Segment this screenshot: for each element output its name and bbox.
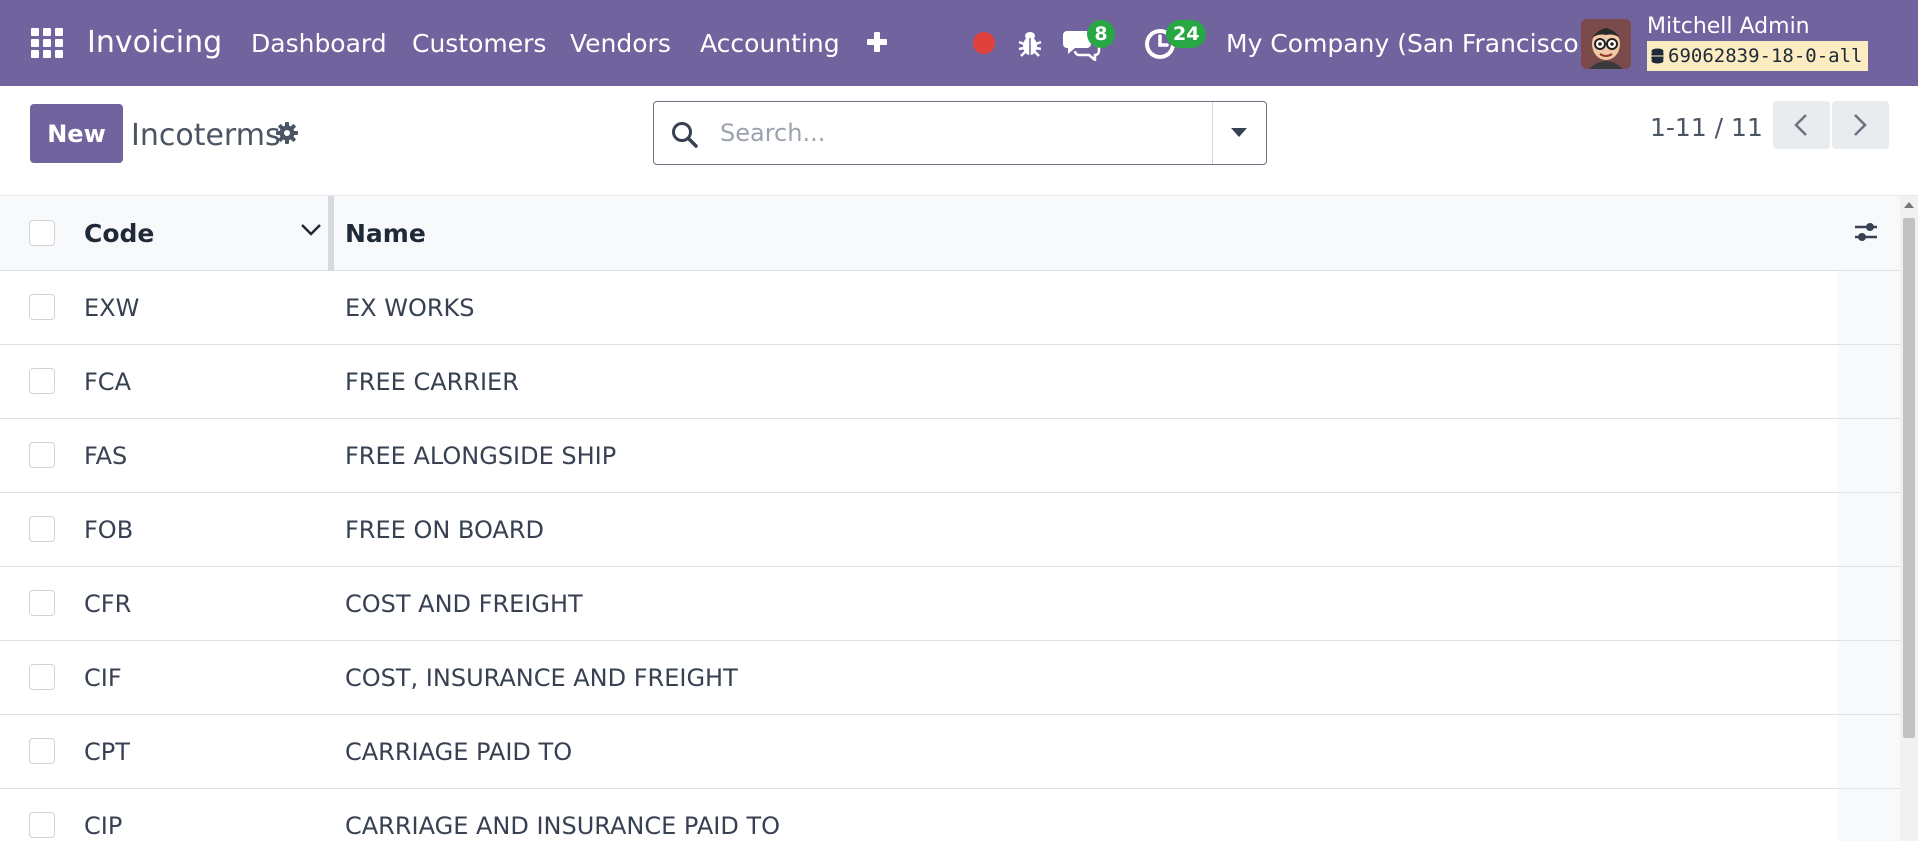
record-icon[interactable] <box>973 32 995 54</box>
database-icon <box>1651 48 1664 64</box>
messages-count-badge: 8 <box>1087 20 1115 48</box>
row-trailing-cell <box>1838 715 1900 788</box>
new-button[interactable]: New <box>30 104 123 163</box>
table-row[interactable]: FCA FREE CARRIER <box>0 345 1900 419</box>
vertical-scrollbar[interactable] <box>1900 196 1918 841</box>
row-trailing-cell <box>1838 419 1900 492</box>
menu-dashboard[interactable]: Dashboard <box>251 28 387 60</box>
menu-accounting[interactable]: Accounting <box>700 28 840 60</box>
row-checkbox[interactable] <box>29 516 55 542</box>
user-avatar[interactable] <box>1581 19 1631 69</box>
scrollbar-thumb[interactable] <box>1903 218 1915 738</box>
table-row[interactable]: CFR COST AND FREIGHT <box>0 567 1900 641</box>
cell-name: COST AND FREIGHT <box>345 590 583 618</box>
page-title: Incoterms <box>131 118 281 153</box>
cell-name: CARRIAGE PAID TO <box>345 738 573 766</box>
cell-code: CIF <box>84 664 122 692</box>
apps-menu-icon[interactable] <box>31 28 63 58</box>
sliders-icon[interactable] <box>1853 218 1879 246</box>
user-name[interactable]: Mitchell Admin <box>1647 13 1810 41</box>
chevron-left-icon <box>1794 114 1807 136</box>
pager-previous-button[interactable] <box>1773 101 1830 149</box>
table-row[interactable]: EXW EX WORKS <box>0 271 1900 345</box>
row-trailing-cell <box>1838 345 1900 418</box>
top-navbar: Invoicing Dashboard Customers Vendors Ac… <box>0 0 1918 86</box>
row-trailing-cell <box>1838 641 1900 714</box>
plus-icon[interactable] <box>864 29 890 55</box>
row-trailing-cell <box>1838 789 1900 841</box>
menu-vendors[interactable]: Vendors <box>570 28 671 60</box>
column-header-code[interactable]: Code <box>84 219 154 249</box>
row-checkbox[interactable] <box>29 368 55 394</box>
cell-code: FOB <box>84 516 134 544</box>
bug-icon[interactable] <box>1017 28 1043 58</box>
cell-code: FAS <box>84 442 128 470</box>
table-row[interactable]: CPT CARRIAGE PAID TO <box>0 715 1900 789</box>
cell-name: CARRIAGE AND INSURANCE PAID TO <box>345 812 781 840</box>
row-checkbox[interactable] <box>29 812 55 838</box>
search-bar <box>653 101 1267 165</box>
company-switcher[interactable]: My Company (San Francisco) <box>1226 28 1588 60</box>
table-row[interactable]: CIP CARRIAGE AND INSURANCE PAID TO <box>0 789 1900 841</box>
table-row[interactable]: CIF COST, INSURANCE AND FREIGHT <box>0 641 1900 715</box>
row-trailing-cell <box>1838 271 1900 344</box>
chevron-right-icon <box>1854 114 1867 136</box>
incoterms-list: Code Name EXW EX WORKS FCA FREE CARRIER FAS F… <box>0 196 1900 841</box>
row-trailing-cell <box>1838 493 1900 566</box>
search-options-toggle[interactable] <box>1212 102 1266 164</box>
caret-down-icon <box>1231 128 1247 137</box>
column-resizer[interactable] <box>328 196 334 271</box>
scroll-up-arrow[interactable] <box>1904 202 1914 208</box>
cell-name: FREE ON BOARD <box>345 516 544 544</box>
app-name[interactable]: Invoicing <box>87 25 222 61</box>
row-checkbox[interactable] <box>29 664 55 690</box>
pager-next-button[interactable] <box>1832 101 1889 149</box>
row-checkbox[interactable] <box>29 442 55 468</box>
table-row[interactable]: FOB FREE ON BOARD <box>0 493 1900 567</box>
table-row[interactable]: FAS FREE ALONGSIDE SHIP <box>0 419 1900 493</box>
database-name: 69062839-18-0-all <box>1668 45 1863 67</box>
cell-code: CFR <box>84 590 132 618</box>
sort-chevron-down-icon[interactable] <box>300 222 322 238</box>
avatar-illustration <box>1581 19 1631 69</box>
cell-code: EXW <box>84 294 140 322</box>
select-all-checkbox[interactable] <box>29 220 55 246</box>
cell-name: FREE ALONGSIDE SHIP <box>345 442 617 470</box>
cell-code: CIP <box>84 812 123 840</box>
database-badge: 69062839-18-0-all <box>1647 41 1869 71</box>
row-checkbox[interactable] <box>29 738 55 764</box>
menu-customers[interactable]: Customers <box>412 28 546 60</box>
column-header-name[interactable]: Name <box>345 219 426 249</box>
list-header: Code Name <box>0 196 1900 271</box>
cell-code: FCA <box>84 368 131 396</box>
cell-name: COST, INSURANCE AND FREIGHT <box>345 664 738 692</box>
row-checkbox[interactable] <box>29 590 55 616</box>
search-input[interactable] <box>720 110 1190 156</box>
row-trailing-cell <box>1838 567 1900 640</box>
cell-code: CPT <box>84 738 130 766</box>
row-checkbox[interactable] <box>29 294 55 320</box>
pager-value[interactable]: 1-11 / 11 <box>1650 112 1763 144</box>
control-panel: New Incoterms 1-11 / 11 <box>0 86 1918 196</box>
activities-count-badge: 24 <box>1166 20 1207 48</box>
cell-name: FREE CARRIER <box>345 368 519 396</box>
cell-name: EX WORKS <box>345 294 475 322</box>
gear-icon[interactable] <box>275 121 299 145</box>
search-icon <box>672 122 698 148</box>
